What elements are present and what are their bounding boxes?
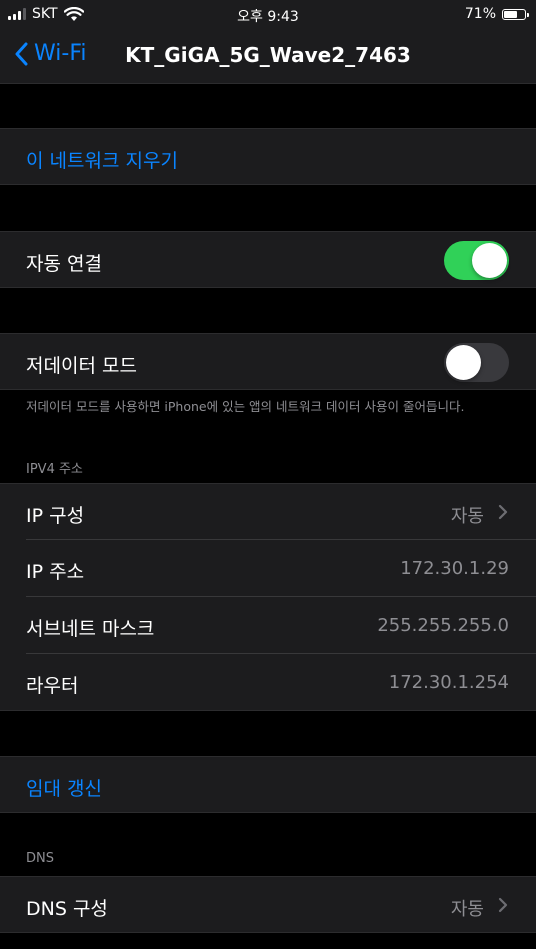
battery-percent: 71% <box>464 6 496 22</box>
ip-address-value: 172.30.1.29 <box>400 558 509 579</box>
ip-config-row[interactable]: IP 구성 자동 <box>0 483 536 540</box>
ip-address-row: IP 주소 172.30.1.29 <box>0 540 536 597</box>
router-value: 172.30.1.254 <box>388 672 509 693</box>
subnet-mask-label: 서브네트 마스크 <box>26 618 155 640</box>
forget-network-button[interactable]: 이 네트워크 지우기 <box>0 128 536 185</box>
status-time: 오후 9:43 <box>237 9 299 25</box>
dns-config-value: 자동 <box>450 899 484 920</box>
low-data-mode-toggle[interactable] <box>444 343 509 382</box>
battery-fill <box>504 10 517 18</box>
wifi-network-detail-screen: SKT 오후 9:43 71% Wi-Fi KT_GiGA_5G_Wave2_7… <box>0 0 536 949</box>
low-data-mode-footer: 저데이터 모드를 사용하면 iPhone에 있는 앱의 네트워크 데이터 사용이… <box>26 399 465 414</box>
dns-config-row[interactable]: DNS 구성 자동 <box>0 876 536 933</box>
router-label: 라우터 <box>26 675 79 697</box>
auto-join-row: 자동 연결 <box>0 231 536 288</box>
ipv4-section-header: IPV4 주소 <box>26 462 83 477</box>
dns-section-header: DNS <box>26 851 54 866</box>
toggle-knob <box>472 243 507 278</box>
low-data-mode-label: 저데이터 모드 <box>26 355 137 377</box>
status-right: 71% <box>464 6 529 22</box>
router-row: 라우터 172.30.1.254 <box>0 654 536 711</box>
navigation-bar: Wi-Fi KT_GiGA_5G_Wave2_7463 <box>0 30 536 84</box>
page-title: KT_GiGA_5G_Wave2_7463 <box>125 43 411 67</box>
renew-lease-button[interactable]: 임대 갱신 <box>0 756 536 813</box>
status-bar: SKT 오후 9:43 71% <box>0 0 536 30</box>
ip-config-label: IP 구성 <box>26 505 85 527</box>
ip-address-label: IP 주소 <box>26 561 85 583</box>
toggle-knob <box>446 345 481 380</box>
renew-lease-label: 임대 갱신 <box>26 778 102 800</box>
subnet-mask-value: 255.255.255.0 <box>377 615 509 636</box>
auto-join-toggle[interactable] <box>444 241 509 280</box>
low-data-mode-row: 저데이터 모드 <box>0 333 536 390</box>
battery-icon <box>502 8 529 20</box>
subnet-mask-row: 서브네트 마스크 255.255.255.0 <box>0 597 536 654</box>
auto-join-label: 자동 연결 <box>26 253 102 275</box>
ip-config-value: 자동 <box>450 506 484 527</box>
dns-config-label: DNS 구성 <box>26 898 108 920</box>
forget-network-label: 이 네트워크 지우기 <box>26 150 178 172</box>
chevron-right-icon <box>498 504 508 520</box>
chevron-right-icon <box>498 897 508 913</box>
